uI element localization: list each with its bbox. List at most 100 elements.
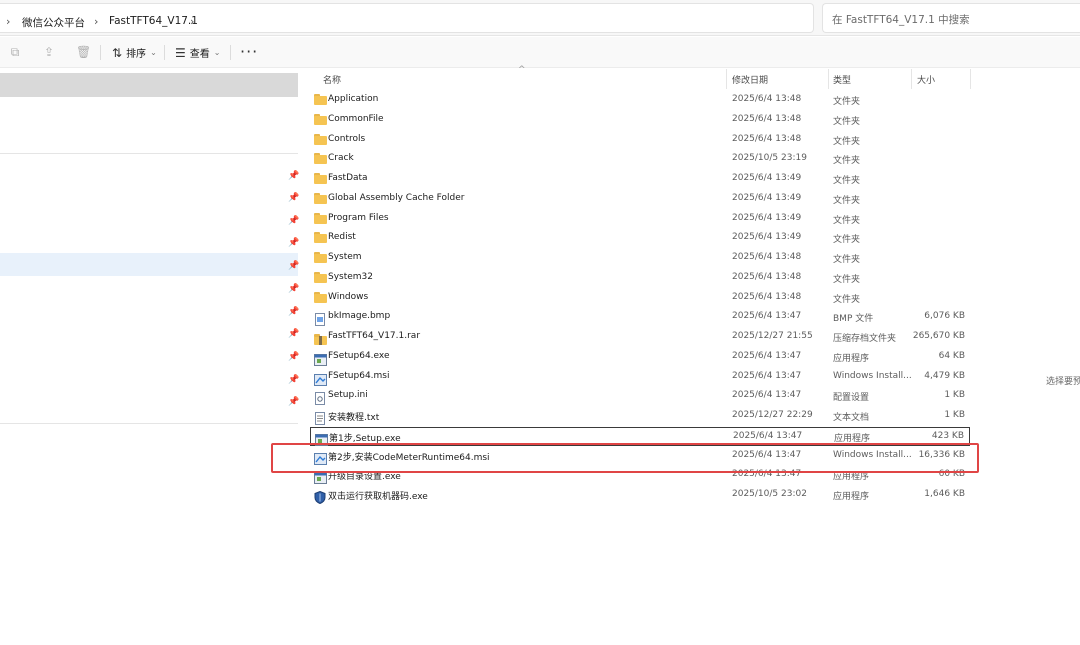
file-row[interactable]: Setup.ini 2025/6/4 13:47 配置设置 1 KB [310, 387, 970, 407]
chevron-right-icon[interactable]: › [190, 15, 194, 28]
chevron-right-icon[interactable]: › [94, 15, 98, 28]
ini-icon [314, 390, 327, 406]
column-divider[interactable] [970, 69, 971, 89]
file-type: 文件夹 [833, 136, 861, 147]
chevron-right-icon[interactable]: › [6, 15, 10, 28]
chevron-down-icon: ⌄ [213, 48, 221, 57]
file-name: 第1步,Setup.exe [329, 433, 401, 444]
file-name: bkImage.bmp [328, 311, 391, 322]
pin-icon[interactable]: 📌 [288, 216, 299, 226]
column-divider[interactable] [726, 69, 727, 89]
file-size: 1 KB [944, 410, 965, 420]
file-name: Controls [328, 133, 366, 144]
file-size: 423 KB [931, 430, 964, 441]
pin-icon[interactable]: 📌 [288, 261, 299, 271]
msi-icon [314, 371, 327, 386]
pin-icon[interactable]: 📌 [288, 329, 299, 339]
copy-icon[interactable]: ⧉ [8, 45, 22, 59]
image-file-icon [314, 311, 327, 327]
pin-icon[interactable]: 📌 [288, 397, 299, 407]
folder-shape [314, 192, 327, 204]
file-row[interactable]: 安装教程.txt 2025/12/27 22:29 文本文档 1 KB [310, 407, 970, 427]
nav-hover-item[interactable] [0, 253, 298, 276]
file-row[interactable]: Windows 2025/6/4 13:48 文件夹 [310, 289, 970, 309]
folder-icon [314, 94, 327, 106]
folder-icon [314, 212, 327, 225]
file-modified: 2025/6/4 13:48 [732, 291, 802, 302]
file-modified: 2025/6/4 13:48 [732, 133, 802, 144]
file-row[interactable]: bkImage.bmp 2025/6/4 13:47 BMP 文件 6,076 KB [310, 308, 970, 328]
file-modified: 2025/6/4 13:48 [732, 94, 802, 104]
pin-icon[interactable]: 📌 [288, 193, 299, 203]
file-row[interactable]: System32 2025/6/4 13:48 文件夹 [310, 269, 970, 289]
search-input[interactable]: 在 FastTFT64_V17.1 中搜索 [822, 3, 1080, 33]
file-modified: 2025/6/4 13:48 [732, 252, 802, 262]
file-name: System32 [328, 271, 374, 282]
file-modified: 2025/6/4 13:49 [732, 212, 802, 223]
file-modified: 2025/6/4 13:48 [732, 113, 802, 124]
file-modified: 2025/6/4 13:47 [732, 370, 802, 381]
column-divider[interactable] [911, 69, 912, 89]
file-row[interactable]: Global Assembly Cache Folder 2025/6/4 13:… [310, 190, 970, 210]
file-row[interactable]: FSetup64.exe 2025/6/4 13:47 应用程序 64 KB [310, 348, 970, 368]
pin-icon[interactable]: 📌 [288, 238, 299, 248]
file-row[interactable]: FSetup64.msi 2025/6/4 13:47 Windows Instal… [310, 368, 970, 388]
file-row[interactable]: FastTFT64_V17.1.rar 2025/12/27 21:55 压缩存档文… [310, 328, 970, 348]
share-icon[interactable]: ⇪ [42, 45, 56, 59]
sort-icon: ⇅ [112, 45, 123, 60]
folder-shape [314, 252, 327, 263]
file-type: 文本文档 [833, 413, 870, 423]
file-type: 文件夹 [833, 97, 861, 107]
file-row[interactable]: Application 2025/6/4 13:48 文件夹 [310, 91, 970, 111]
file-type: 应用程序 [833, 492, 870, 502]
file-row[interactable]: Redist 2025/6/4 13:49 文件夹 [310, 229, 970, 249]
file-type: 文件夹 [833, 235, 861, 246]
file-row[interactable]: Controls 2025/6/4 13:48 文件夹 [310, 131, 970, 151]
more-options-button[interactable]: ··· [240, 42, 258, 61]
delete-icon[interactable]: 🗑 [76, 45, 91, 59]
file-row[interactable]: Crack 2025/10/5 23:19 文件夹 [310, 150, 970, 170]
column-divider[interactable] [828, 69, 829, 89]
folder-shape [314, 232, 327, 244]
file-modified: 2025/6/4 13:47 [732, 350, 802, 361]
view-button[interactable]: ☰ 查看 ⌄ [175, 45, 221, 61]
folder-shape [314, 133, 327, 145]
pin-icon[interactable]: 📌 [288, 284, 299, 294]
file-type: 文件夹 [833, 255, 861, 265]
folder-icon [314, 113, 327, 126]
file-row[interactable]: FastData 2025/6/4 13:49 文件夹 [310, 170, 970, 190]
address-box[interactable]: › 微信公众平台 › FastTFT64_V17.1 › [0, 3, 814, 33]
pin-icon[interactable]: 📌 [288, 375, 299, 385]
sort-caret-icon: ^ [518, 65, 526, 75]
pin-icon[interactable]: 📌 [288, 307, 299, 317]
file-modified: 2025/6/4 13:47 [732, 390, 802, 401]
file-row[interactable]: System 2025/6/4 13:48 文件夹 [310, 249, 970, 269]
pin-icon[interactable]: 📌 [288, 171, 299, 181]
nav-selected-item[interactable] [0, 73, 298, 97]
view-icon: ☰ [175, 45, 186, 60]
pin-icon[interactable]: 📌 [288, 352, 299, 362]
column-name[interactable]: 名称 [323, 73, 341, 86]
file-name: CommonFile [328, 113, 384, 124]
file-type: BMP 文件 [833, 314, 874, 325]
navigation-pane: 📌 📌 📌 📌 📌 📌 📌 📌 📌 📌 📌 [0, 69, 300, 645]
nav-divider [0, 423, 298, 424]
breadcrumb-item-wechat[interactable]: 微信公众平台 [22, 15, 85, 30]
file-modified: 2025/6/4 13:49 [732, 192, 802, 203]
column-modified[interactable]: 修改日期 [732, 73, 768, 86]
file-name: FSetup64.msi [328, 370, 390, 381]
file-type: 文件夹 [833, 215, 861, 226]
view-label: 查看 [189, 49, 210, 60]
file-row[interactable]: 双击运行获取机器码.exe 2025/10/5 23:02 应用程序 1,646 KB [310, 486, 970, 506]
search-placeholder: 在 FastTFT64_V17.1 中搜索 [832, 14, 970, 26]
column-size[interactable]: 大小 [917, 73, 935, 86]
file-name: Application [328, 94, 379, 104]
sort-button[interactable]: ⇅ 排序 ⌄ [112, 45, 157, 61]
file-size: 1 KB [944, 390, 965, 401]
breadcrumb-item-folder[interactable]: FastTFT64_V17.1 [109, 15, 198, 27]
file-row[interactable]: Program Files 2025/6/4 13:49 文件夹 [310, 210, 970, 230]
file-modified: 2025/12/27 21:55 [732, 331, 813, 341]
file-type: Windows Install... [833, 370, 912, 381]
file-row[interactable]: CommonFile 2025/6/4 13:48 文件夹 [310, 111, 970, 131]
column-type[interactable]: 类型 [833, 73, 851, 86]
